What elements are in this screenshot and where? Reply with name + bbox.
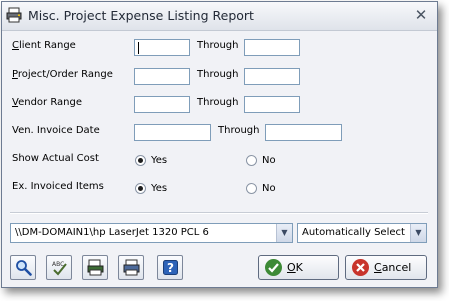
project-through-label: Through	[197, 69, 239, 80]
invoice-date-label: Ven. Invoice Date	[12, 125, 100, 136]
project-range-label: Project/Order Range	[12, 69, 113, 80]
text-caret	[138, 42, 139, 54]
print-button[interactable]	[118, 255, 144, 280]
magnifier-icon	[16, 260, 32, 276]
export-button[interactable]	[82, 255, 108, 280]
client-range-from-input[interactable]	[134, 39, 190, 56]
client-range-label: Client Range	[12, 40, 76, 51]
ex-invoiced-no-label: No	[262, 183, 276, 194]
ex-invoiced-yes-radio[interactable]	[135, 183, 146, 194]
ex-invoiced-items-label: Ex. Invoiced Items	[12, 181, 104, 192]
client-through-label: Through	[197, 40, 239, 51]
checkmark-icon	[265, 259, 282, 276]
printer-app-icon	[6, 7, 22, 23]
help-button[interactable]: ?	[157, 255, 183, 280]
invoice-date-from-input[interactable]	[134, 124, 211, 141]
cancel-label: Cancel	[374, 261, 412, 274]
help-icon: ?	[163, 260, 178, 275]
project-range-from-input[interactable]	[134, 68, 190, 85]
invoice-date-to-input[interactable]	[265, 124, 342, 141]
actual-cost-yes-radio[interactable]	[135, 155, 146, 166]
spellcheck-button[interactable]: ABC	[46, 255, 72, 280]
export-icon	[87, 259, 104, 276]
client-range-to-input[interactable]	[244, 39, 300, 56]
invoice-through-label: Through	[218, 125, 260, 136]
ex-invoiced-no-radio[interactable]	[246, 183, 257, 194]
close-icon	[352, 259, 369, 276]
ok-button[interactable]: OK	[258, 255, 339, 280]
ex-invoiced-yes-label: Yes	[151, 183, 168, 194]
vendor-through-label: Through	[197, 97, 239, 108]
title-bar: Misc. Project Expense Listing Report ✕	[2, 2, 437, 31]
svg-text:?: ?	[167, 261, 174, 275]
printer-select[interactable]: \\DM-DOMAIN1\hp LaserJet 1320 PCL 6 ▼	[10, 223, 293, 243]
actual-cost-no-radio[interactable]	[246, 155, 257, 166]
window-title: Misc. Project Expense Listing Report	[28, 8, 254, 23]
actual-cost-yes-label: Yes	[151, 155, 168, 166]
paper-tray-select[interactable]: Automatically Select ▼	[297, 223, 427, 243]
actual-cost-no-label: No	[262, 155, 276, 166]
project-range-to-input[interactable]	[244, 68, 300, 85]
printer-select-value: \\DM-DOMAIN1\hp LaserJet 1320 PCL 6	[15, 227, 209, 238]
printer-icon	[123, 259, 140, 276]
chevron-down-icon[interactable]: ▼	[410, 224, 426, 242]
vendor-range-label: Vendor Range	[12, 97, 83, 108]
preview-button[interactable]	[10, 255, 36, 280]
report-dialog: Misc. Project Expense Listing Report ✕ C…	[1, 1, 438, 288]
paper-tray-value: Automatically Select	[302, 227, 405, 238]
show-actual-cost-label: Show Actual Cost	[12, 153, 99, 164]
vendor-range-to-input[interactable]	[244, 96, 300, 113]
chevron-down-icon[interactable]: ▼	[276, 224, 292, 242]
cancel-button[interactable]: Cancel	[345, 255, 427, 280]
vendor-range-from-input[interactable]	[134, 96, 190, 113]
ok-label: OK	[287, 261, 303, 274]
divider	[10, 212, 428, 214]
spellcheck-icon: ABC	[52, 261, 67, 276]
close-icon[interactable]: ✕	[412, 6, 430, 24]
